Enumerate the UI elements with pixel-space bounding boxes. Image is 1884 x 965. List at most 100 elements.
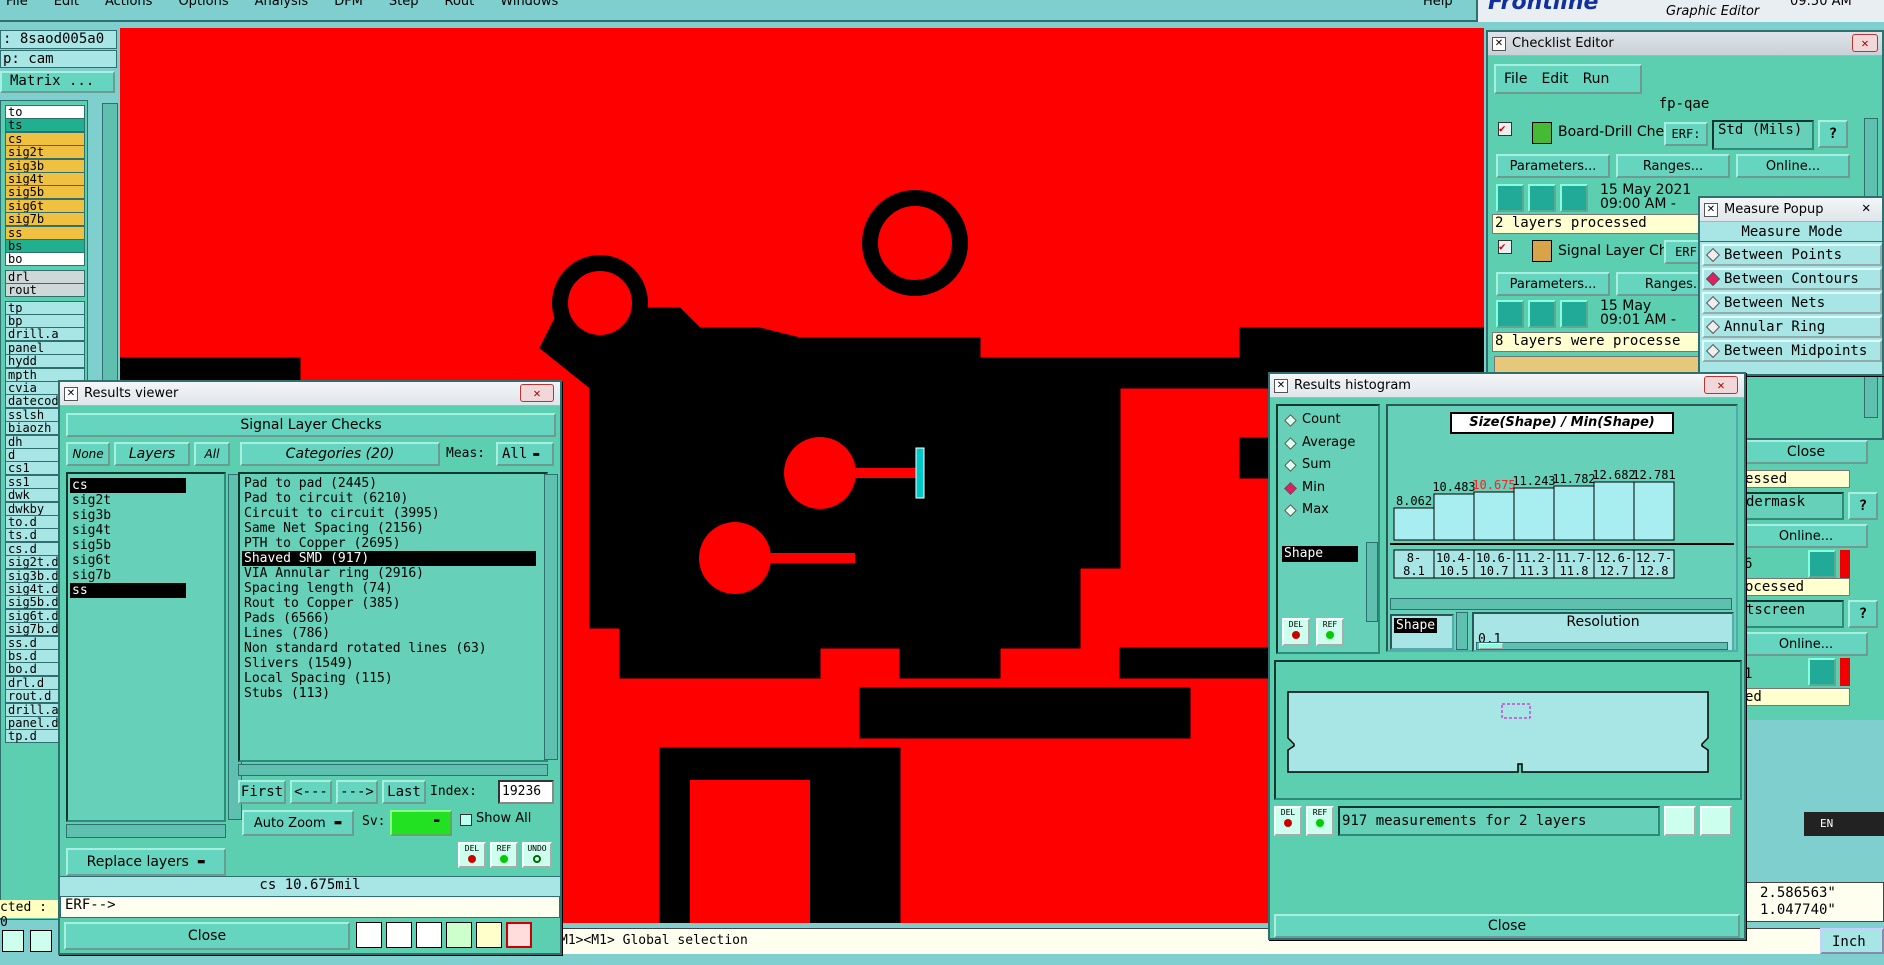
check2-parameters-button[interactable]: Parameters...: [1496, 272, 1610, 296]
matrix-button[interactable]: Matrix ...: [0, 71, 115, 93]
checklist-menu-run[interactable]: Run: [1583, 71, 1610, 87]
menu-dfm[interactable]: DFM: [334, 0, 363, 9]
run-icon[interactable]: [1496, 184, 1524, 212]
show-all-checkbox[interactable]: [460, 814, 472, 826]
replace-layers-select[interactable]: Replace layers ▬: [66, 848, 226, 876]
layers-hscrollbar[interactable]: [66, 824, 226, 838]
measure-mode-option[interactable]: Between Contours: [1702, 268, 1882, 290]
layer-item-bs[interactable]: bs: [5, 239, 85, 253]
checklist-titlebar[interactable]: ✕ Checklist Editor: [1488, 32, 1882, 56]
measure-mode-option[interactable]: Between Midpoints: [1702, 340, 1882, 362]
help-icon[interactable]: ?: [1848, 600, 1878, 628]
ref-button[interactable]: REF: [490, 842, 518, 868]
menu-windows[interactable]: Windows: [500, 0, 558, 9]
report-icon[interactable]: [476, 922, 502, 948]
mode-scrollbar[interactable]: [1366, 542, 1378, 622]
results-viewer-close-button[interactable]: Close: [64, 922, 350, 950]
rv-category-item[interactable]: Pads (6566): [242, 611, 536, 626]
layer-item-sig6t[interactable]: sig6t: [5, 198, 85, 213]
close-icon[interactable]: ✕: [1862, 200, 1878, 218]
run-icon[interactable]: [1496, 300, 1524, 328]
hist-mode-option[interactable]: Sum: [1284, 457, 1331, 472]
sv-color-select[interactable]: ▬: [390, 810, 452, 836]
menu-options[interactable]: Options: [178, 0, 228, 9]
histogram-bar[interactable]: [1393, 507, 1435, 541]
menu-step[interactable]: Step: [389, 0, 419, 9]
layer-item-panel-3[interactable]: panel: [5, 340, 85, 355]
meas-select[interactable]: All ▬: [496, 442, 554, 466]
run-icon[interactable]: [1528, 300, 1556, 328]
rv-layer-item[interactable]: sig3b: [70, 508, 186, 523]
histogram-bar[interactable]: [1473, 491, 1515, 541]
chart-icon-3[interactable]: [416, 922, 442, 948]
categories-hscrollbar[interactable]: [238, 764, 548, 776]
hist-mode-option[interactable]: Average: [1284, 435, 1355, 450]
hist-mode-option[interactable]: Max: [1284, 502, 1329, 517]
chart-icon-2[interactable]: [386, 922, 412, 948]
layer-item-hydd-4[interactable]: hydd: [5, 354, 85, 369]
hist-del-button[interactable]: DEL: [1282, 618, 1310, 646]
tool-icon-1[interactable]: [2, 930, 24, 952]
checklist-close-button[interactable]: Close: [1744, 440, 1868, 464]
layers-button[interactable]: Layers: [114, 442, 190, 466]
layout-icon-2[interactable]: [1700, 806, 1732, 836]
rv-category-item[interactable]: Stubs (113): [242, 686, 536, 701]
histogram-close-button[interactable]: Close: [1274, 914, 1740, 938]
zoom-icon[interactable]: [1808, 658, 1836, 686]
rv-layer-item[interactable]: sig6t: [70, 553, 186, 568]
run-icon[interactable]: [1528, 184, 1556, 212]
layer-item-cs[interactable]: cs: [5, 131, 85, 146]
run-icon[interactable]: [1560, 300, 1588, 328]
help-icon[interactable]: ?: [1848, 492, 1878, 520]
none-button[interactable]: None: [66, 442, 110, 466]
resolution-slider-thumb[interactable]: [1479, 643, 1503, 649]
check1-parameters-button[interactable]: Parameters...: [1496, 154, 1610, 178]
last-button[interactable]: Last: [382, 780, 426, 804]
layer-item-rout[interactable]: rout: [5, 283, 85, 298]
chart-hscrollbar[interactable]: [1390, 598, 1732, 610]
rv-category-item[interactable]: Local Spacing (115): [242, 671, 536, 686]
measure-mode-option[interactable]: Between Points: [1702, 244, 1882, 266]
layer-item-drl[interactable]: drl: [5, 269, 85, 284]
check1-std[interactable]: Std (Mils): [1712, 120, 1814, 150]
index-field[interactable]: 19236: [498, 780, 554, 804]
menu-actions[interactable]: Actions: [105, 0, 153, 9]
measure-mode-option[interactable]: Between Nets: [1702, 292, 1882, 314]
prev-button[interactable]: <---: [290, 780, 332, 804]
layer-item-bo[interactable]: bo: [5, 252, 85, 267]
hist-mode-option[interactable]: Min: [1284, 480, 1325, 495]
rv-category-item[interactable]: Pad to pad (2445): [242, 476, 536, 491]
tool-icon-2[interactable]: [30, 930, 52, 952]
rv-category-item[interactable]: Slivers (1549): [242, 656, 536, 671]
units-select[interactable]: Inch: [1820, 928, 1884, 954]
side-online-2[interactable]: Online...: [1744, 632, 1868, 656]
menu-file[interactable]: File: [6, 0, 28, 9]
layer-item-to[interactable]: to: [5, 105, 85, 119]
rv-category-item[interactable]: VIA Annular ring (2916): [242, 566, 536, 581]
check1-online-button[interactable]: Online...: [1736, 154, 1850, 178]
hist-mode-option[interactable]: Count: [1284, 412, 1341, 427]
layer-item-drill-a-2[interactable]: drill.a: [5, 327, 85, 342]
first-button[interactable]: First: [238, 780, 286, 804]
rv-category-item[interactable]: PTH to Copper (2695): [242, 536, 536, 551]
rv-layer-item[interactable]: sig2t: [70, 493, 186, 508]
hist-ref-button[interactable]: REF: [1316, 618, 1344, 646]
rv-category-item[interactable]: Rout to Copper (385): [242, 596, 536, 611]
close-icon[interactable]: ✕: [520, 384, 554, 402]
layer-item-sig2t[interactable]: sig2t: [5, 145, 85, 160]
resolution-slider[interactable]: [1476, 642, 1728, 650]
menu-edit[interactable]: Edit: [54, 0, 79, 9]
layer-item-sig4t[interactable]: sig4t: [5, 172, 85, 186]
check1-ranges-button[interactable]: Ranges...: [1616, 154, 1730, 178]
next-button[interactable]: --->: [336, 780, 378, 804]
rv-layer-item[interactable]: ss: [70, 583, 186, 598]
language-tray[interactable]: EN: [1804, 812, 1884, 836]
erf-field[interactable]: ERF-->: [60, 896, 560, 918]
del-button[interactable]: DEL: [458, 842, 486, 868]
rv-layer-item[interactable]: sig4t: [70, 523, 186, 538]
layer-item-bp-1[interactable]: bp: [5, 314, 85, 328]
menu-help[interactable]: Help: [1423, 0, 1453, 9]
histogram-bar[interactable]: [1553, 485, 1595, 541]
results-viewer-titlebar[interactable]: ✕ Results viewer: [60, 382, 560, 406]
checklist-menu-edit[interactable]: Edit: [1541, 71, 1568, 87]
